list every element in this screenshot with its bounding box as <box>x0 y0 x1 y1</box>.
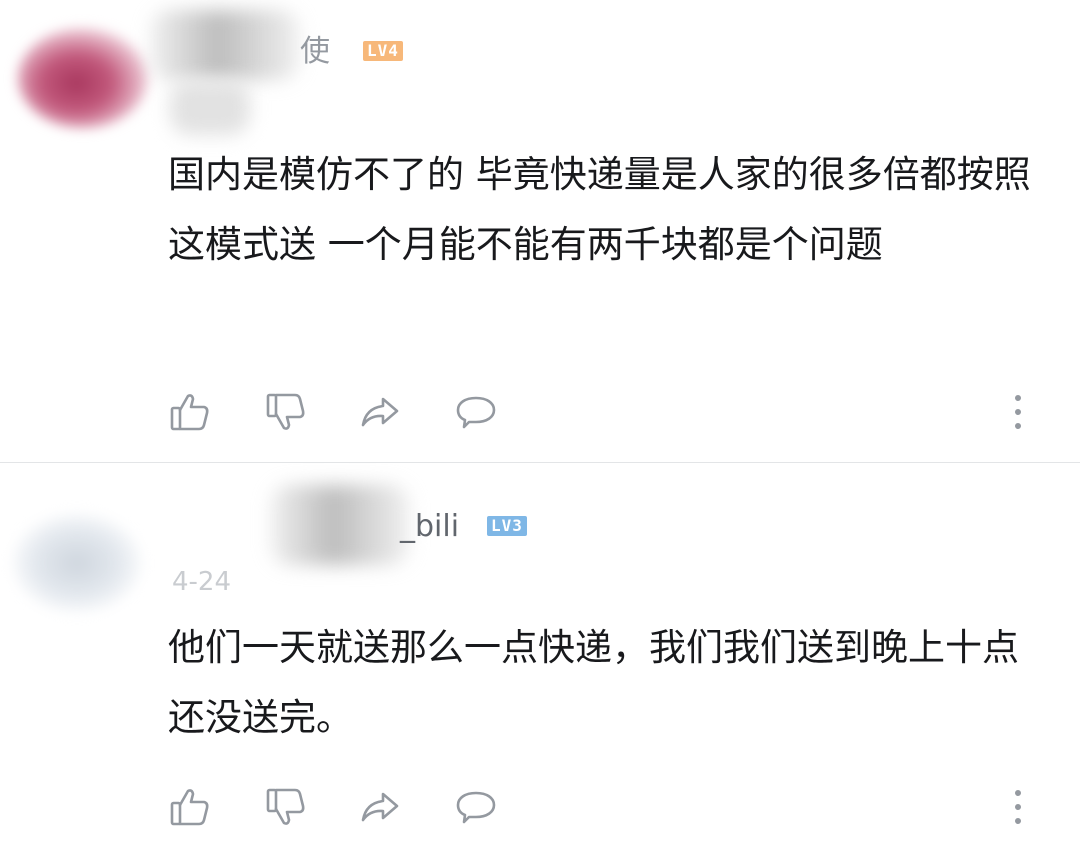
comment-item: _bili LV3 4-24 他们一天就送那么一点快递，我们我们送到晚上十点还没… <box>0 463 1080 852</box>
level-badge: LV4 <box>363 41 403 61</box>
reply-button[interactable] <box>454 390 498 434</box>
comment-text: 他们一天就送那么一点快递，我们我们送到晚上十点还没送完。 <box>168 626 1019 739</box>
dislike-icon <box>266 393 305 430</box>
share-icon <box>361 792 399 822</box>
more-button[interactable] <box>996 785 1040 829</box>
more-icon <box>1015 395 1021 429</box>
avatar[interactable] <box>18 28 148 128</box>
reply-button[interactable] <box>454 785 498 829</box>
username[interactable]: 使 <box>300 34 330 70</box>
more-icon <box>1015 790 1021 824</box>
share-button[interactable] <box>358 390 402 434</box>
comment-actions <box>168 390 1048 434</box>
dislike-icon <box>266 788 305 825</box>
share-icon <box>361 397 399 427</box>
comment-text: 国内是模仿不了的 毕竟快递量是人家的很多倍都按照这模式送 一个月能不能有两千块都… <box>168 153 1031 266</box>
comment-item: 使 LV4 国内是模仿不了的 毕竟快递量是人家的很多倍都按照这模式送 一个月能不… <box>0 0 1080 462</box>
share-button[interactable] <box>358 785 402 829</box>
like-button[interactable] <box>168 785 212 829</box>
username-redacted <box>150 10 300 80</box>
username[interactable]: _bili <box>400 509 459 545</box>
avatar[interactable] <box>12 513 142 613</box>
level-badge: LV3 <box>487 516 527 536</box>
username-redacted <box>270 485 410 565</box>
dislike-button[interactable] <box>264 390 308 434</box>
like-icon <box>170 789 209 826</box>
more-button[interactable] <box>996 390 1040 434</box>
like-icon <box>170 394 209 431</box>
dislike-button[interactable] <box>264 785 308 829</box>
comment-date: 4-24 <box>172 567 232 597</box>
comment-actions <box>168 785 1048 829</box>
like-button[interactable] <box>168 390 212 434</box>
username-redacted <box>170 80 250 135</box>
reply-icon <box>456 791 496 824</box>
reply-icon <box>456 396 496 429</box>
